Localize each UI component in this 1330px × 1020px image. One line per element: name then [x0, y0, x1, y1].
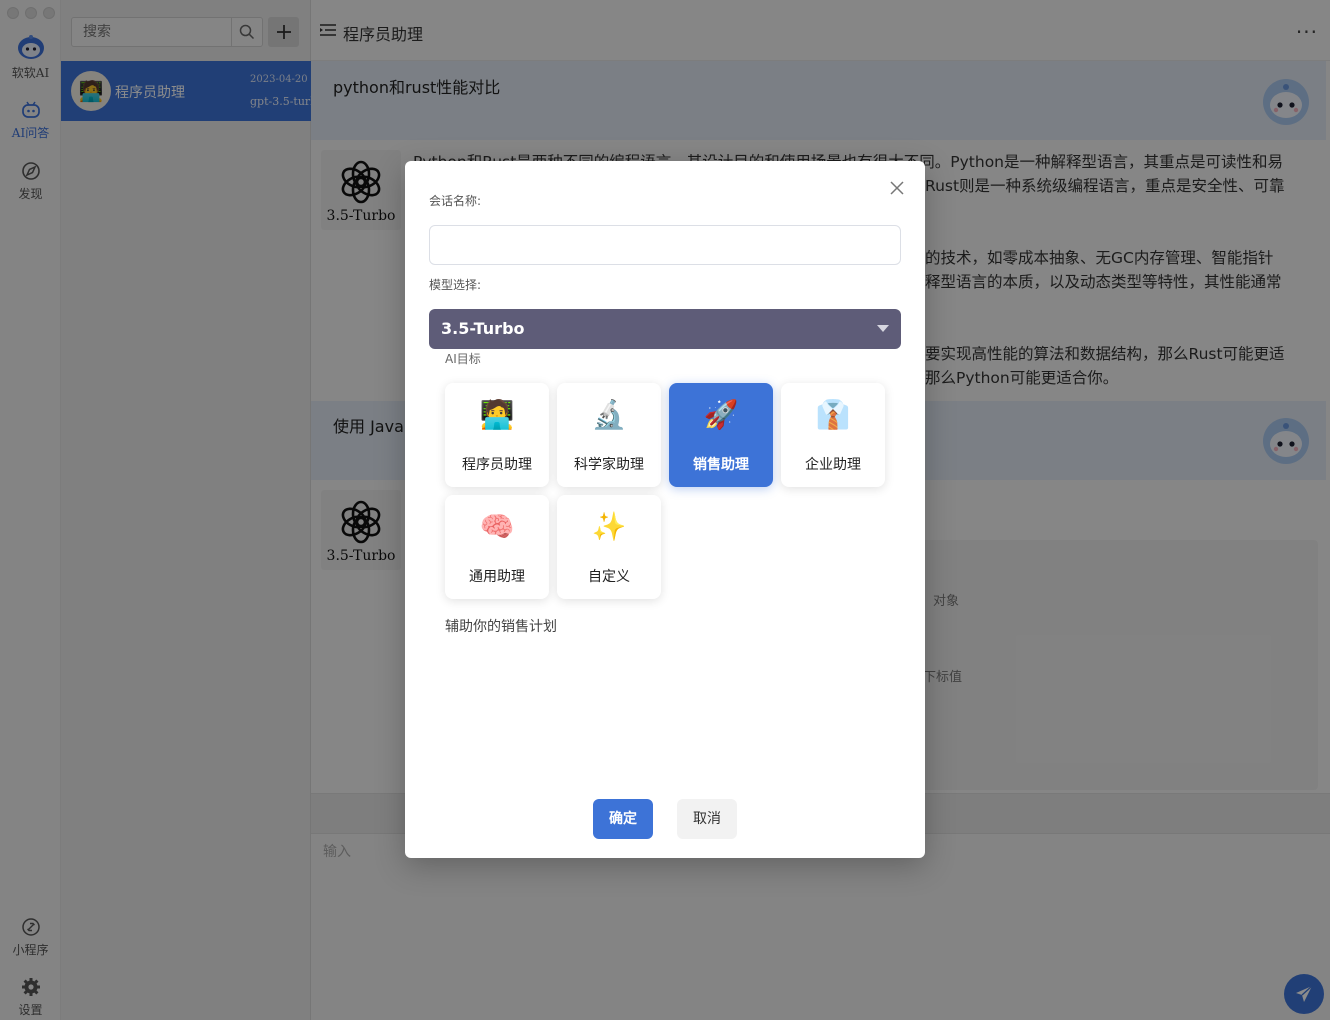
session-name-label: 会话名称: — [429, 194, 482, 208]
role-card-label: 自定义 — [588, 569, 630, 585]
role-card-custom[interactable]: ✨ 自定义 — [557, 495, 661, 599]
sparkles-emoji-icon: ✨ — [591, 510, 627, 543]
necktie-shirt-emoji-icon: 👔 — [815, 398, 851, 431]
role-card-programmer[interactable]: 🧑‍💻 程序员助理 — [445, 383, 549, 487]
role-card-general[interactable]: 🧠 通用助理 — [445, 495, 549, 599]
chevron-down-icon — [877, 325, 889, 332]
role-card-label: 企业助理 — [805, 457, 861, 473]
role-card-label: 程序员助理 — [462, 457, 532, 473]
programmer-emoji-icon: 🧑‍💻 — [479, 398, 515, 431]
cancel-button[interactable]: 取消 — [677, 799, 737, 839]
role-cards: 🧑‍💻 程序员助理 🔬 科学家助理 🚀 销售助理 👔 企业助理 🧠 通用助理 ✨… — [445, 383, 905, 603]
brain-emoji-icon: 🧠 — [479, 510, 515, 543]
role-card-label: 销售助理 — [693, 457, 749, 473]
close-icon[interactable] — [889, 180, 905, 196]
role-card-enterprise[interactable]: 👔 企业助理 — [781, 383, 885, 487]
session-name-input[interactable] — [429, 225, 901, 265]
model-select[interactable]: 3.5-Turbo — [429, 309, 901, 349]
model-select-label: 模型选择: — [429, 278, 482, 292]
role-card-sales[interactable]: 🚀 销售助理 — [669, 383, 773, 487]
confirm-button[interactable]: 确定 — [593, 799, 653, 839]
rocket-emoji-icon: 🚀 — [703, 398, 739, 431]
role-card-scientist[interactable]: 🔬 科学家助理 — [557, 383, 661, 487]
new-session-dialog: 会话名称: 模型选择: 3.5-Turbo AI目标 🧑‍💻 程序员助理 🔬 科… — [405, 161, 925, 858]
microscope-emoji-icon: 🔬 — [591, 398, 627, 431]
model-select-value: 3.5-Turbo — [441, 319, 525, 338]
role-card-label: 科学家助理 — [574, 457, 644, 473]
ai-goal-label: AI目标 — [445, 352, 481, 366]
role-description: 辅助你的销售计划 — [445, 619, 557, 635]
role-card-label: 通用助理 — [469, 569, 525, 585]
